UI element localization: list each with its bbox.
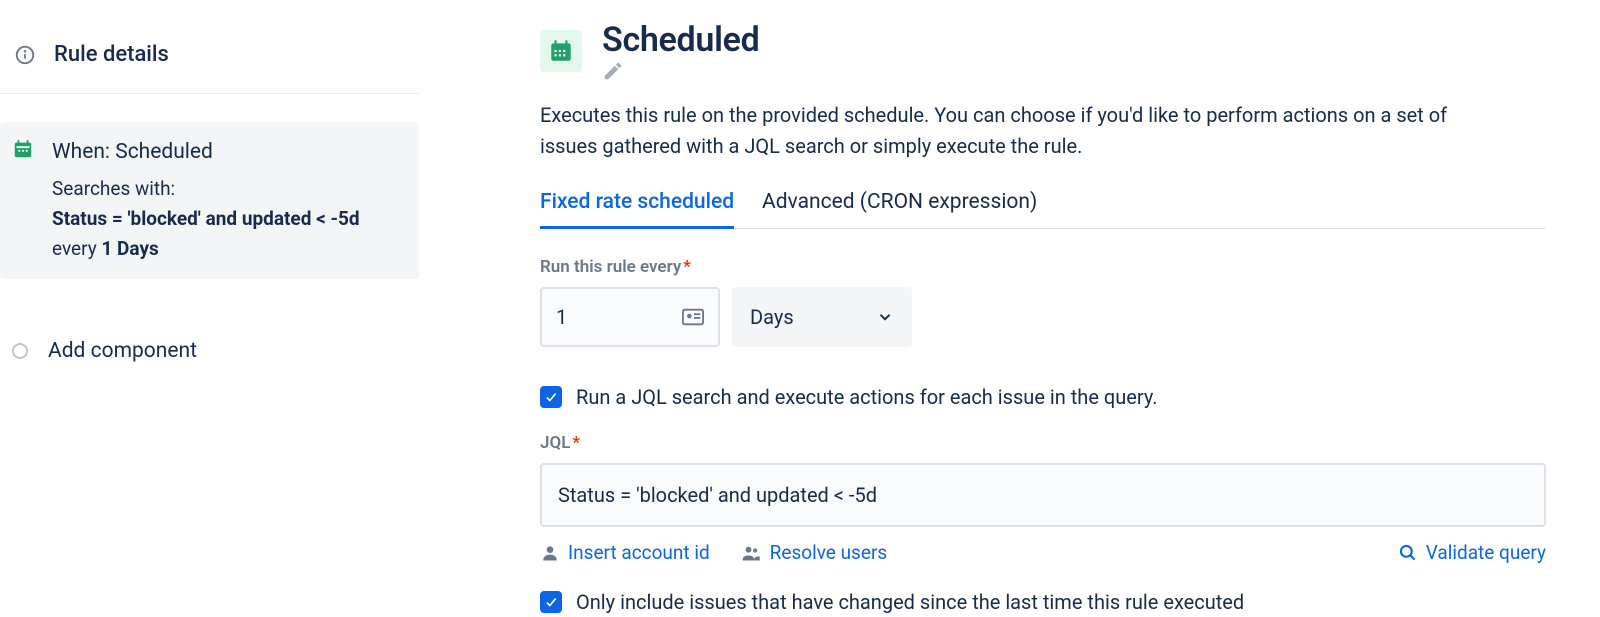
resolve-users-label: Resolve users <box>770 541 888 564</box>
only-changed-checkbox[interactable] <box>540 591 562 613</box>
add-node-icon <box>12 343 28 359</box>
trigger-node-scheduled[interactable]: When: Scheduled Searches with: Status = … <box>0 122 419 279</box>
validate-query-button[interactable]: Validate query <box>1398 541 1546 564</box>
rule-details-label: Rule details <box>54 42 169 67</box>
calendar-icon <box>540 30 582 72</box>
add-component-label: Add component <box>48 339 197 363</box>
search-icon <box>1398 543 1418 563</box>
id-card-icon <box>682 308 704 326</box>
jql-search-checkbox[interactable] <box>540 386 562 408</box>
trigger-interval-prefix: every <box>52 237 97 260</box>
interval-value-text: 1 <box>556 305 567 329</box>
person-icon <box>540 543 560 563</box>
trigger-interval-value: 1 Days <box>101 237 158 260</box>
interval-unit-select[interactable]: Days <box>732 287 912 347</box>
calendar-icon <box>12 138 34 160</box>
add-component-button[interactable]: Add component <box>0 339 419 363</box>
interval-label: Run this rule every* <box>540 257 1546 277</box>
divider <box>0 93 419 94</box>
trigger-title: When: Scheduled <box>52 136 403 170</box>
jql-label: JQL* <box>540 433 1546 453</box>
interval-label-text: Run this rule every <box>540 257 681 277</box>
jql-input[interactable]: Status = 'blocked' and updated < -5d <box>540 463 1546 527</box>
jql-checkbox-label: Run a JQL search and execute actions for… <box>576 385 1158 409</box>
jql-label-text: JQL <box>540 433 570 453</box>
interval-value-input[interactable]: 1 <box>540 287 720 347</box>
resolve-users-button[interactable]: Resolve users <box>740 541 888 564</box>
schedule-tabs: Fixed rate scheduled Advanced (CRON expr… <box>540 190 1546 229</box>
interval-unit-text: Days <box>750 305 794 329</box>
jql-input-value: Status = 'blocked' and updated < -5d <box>558 483 877 507</box>
insert-account-id-button[interactable]: Insert account id <box>540 541 710 564</box>
only-changed-label: Only include issues that have changed si… <box>576 590 1244 614</box>
trigger-search-prefix: Searches with: <box>52 174 403 204</box>
info-icon <box>14 44 36 66</box>
trigger-query: Status = 'blocked' and updated < -5d <box>52 207 360 230</box>
chevron-down-icon <box>876 308 894 326</box>
description-text: Executes this rule on the provided sched… <box>540 100 1480 162</box>
rule-details-header[interactable]: Rule details <box>0 0 419 93</box>
pencil-icon[interactable] <box>602 60 767 82</box>
people-icon <box>740 543 762 563</box>
validate-query-label: Validate query <box>1426 541 1546 564</box>
page-title: Scheduled <box>602 20 759 60</box>
tab-cron[interactable]: Advanced (CRON expression) <box>762 190 1037 229</box>
tab-fixed-rate[interactable]: Fixed rate scheduled <box>540 190 734 229</box>
insert-account-id-label: Insert account id <box>568 541 710 564</box>
